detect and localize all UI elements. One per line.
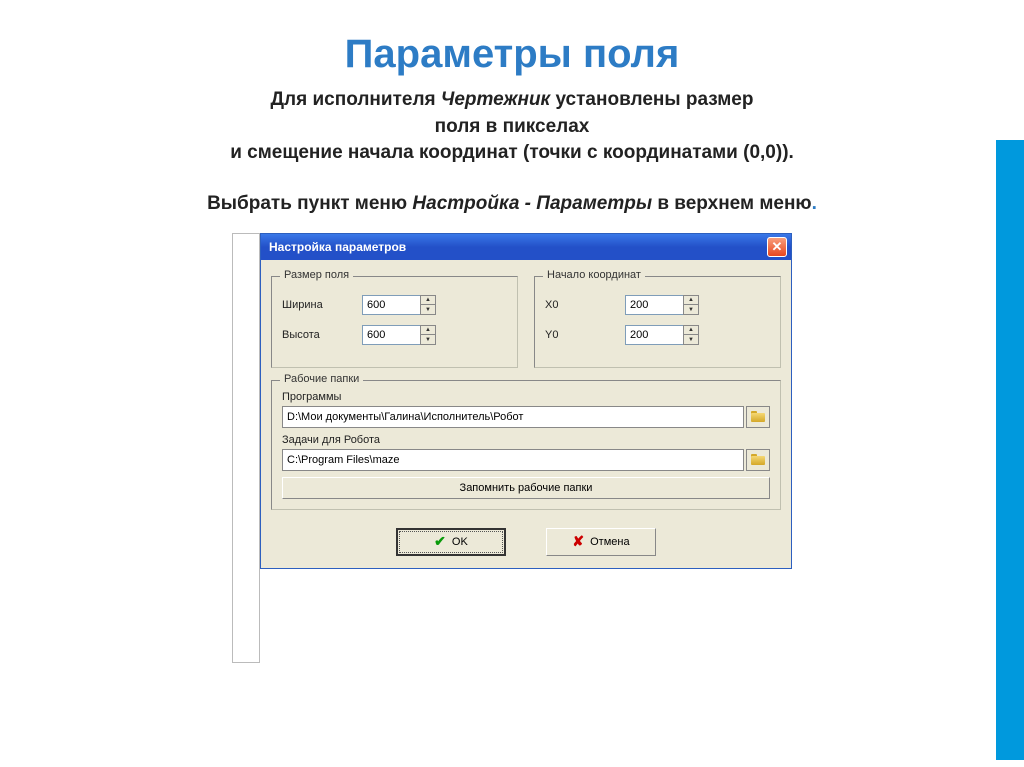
x0-label: X0 xyxy=(545,299,625,311)
cancel-button[interactable]: ✘ Отмена xyxy=(546,528,656,556)
y0-input[interactable] xyxy=(625,325,683,345)
height-label: Высота xyxy=(282,329,362,341)
y0-spin-down[interactable]: ▼ xyxy=(683,334,699,345)
slide-accent-bar xyxy=(996,140,1024,760)
fieldset-field-size: Размер поля Ширина ▲ ▼ Высота xyxy=(271,276,518,368)
dialog-titlebar[interactable]: Настройка параметров ✕ xyxy=(261,234,791,260)
y0-label: Y0 xyxy=(545,329,625,341)
y0-spin-up[interactable]: ▲ xyxy=(683,325,699,335)
programs-browse-button[interactable] xyxy=(746,406,770,428)
fieldset-origin: Начало координат X0 ▲ ▼ Y0 xyxy=(534,276,781,368)
x0-input[interactable] xyxy=(625,295,683,315)
height-spin-up[interactable]: ▲ xyxy=(420,325,436,335)
legend-origin: Начало координат xyxy=(543,269,645,281)
tasks-browse-button[interactable] xyxy=(746,449,770,471)
folder-icon xyxy=(751,454,765,465)
width-spin-down[interactable]: ▼ xyxy=(420,304,436,315)
programs-label: Программы xyxy=(282,391,770,403)
remember-folders-button[interactable]: Запомнить рабочие папки xyxy=(282,477,770,499)
tasks-label: Задачи для Робота xyxy=(282,434,770,446)
check-icon: ✔ xyxy=(434,533,446,550)
slide-title: Параметры поля xyxy=(0,0,1024,87)
dialog-title: Настройка параметров xyxy=(269,240,406,254)
x0-spin-up[interactable]: ▲ xyxy=(683,295,699,305)
screenshot-area: Настройка параметров ✕ Размер поля Ширин… xyxy=(232,233,792,663)
legend-folders: Рабочие папки xyxy=(280,373,363,385)
dialog-body: Размер поля Ширина ▲ ▼ Высота xyxy=(261,260,791,520)
close-icon: ✕ xyxy=(772,239,783,255)
height-spin-down[interactable]: ▼ xyxy=(420,334,436,345)
slide-instruction: Выбрать пункт меню Настройка - Параметры… xyxy=(0,193,1024,215)
close-button[interactable]: ✕ xyxy=(767,237,787,257)
height-input[interactable] xyxy=(362,325,420,345)
ok-button[interactable]: ✔ OK xyxy=(396,528,506,556)
tasks-path-input[interactable] xyxy=(282,449,744,471)
fieldset-working-folders: Рабочие папки Программы Задачи для Робот… xyxy=(271,380,781,510)
width-label: Ширина xyxy=(282,299,362,311)
slide-description: Для исполнителя Чертежник установлены ра… xyxy=(0,87,1024,167)
x-icon: ✘ xyxy=(572,533,584,550)
legend-field-size: Размер поля xyxy=(280,269,353,281)
x0-spin-down[interactable]: ▼ xyxy=(683,304,699,315)
width-input[interactable] xyxy=(362,295,420,315)
settings-dialog: Настройка параметров ✕ Размер поля Ширин… xyxy=(260,233,792,569)
programs-path-input[interactable] xyxy=(282,406,744,428)
dialog-button-row: ✔ OK ✘ Отмена xyxy=(261,520,791,568)
editor-background-sliver xyxy=(232,233,260,663)
folder-icon xyxy=(751,411,765,422)
width-spin-up[interactable]: ▲ xyxy=(420,295,436,305)
